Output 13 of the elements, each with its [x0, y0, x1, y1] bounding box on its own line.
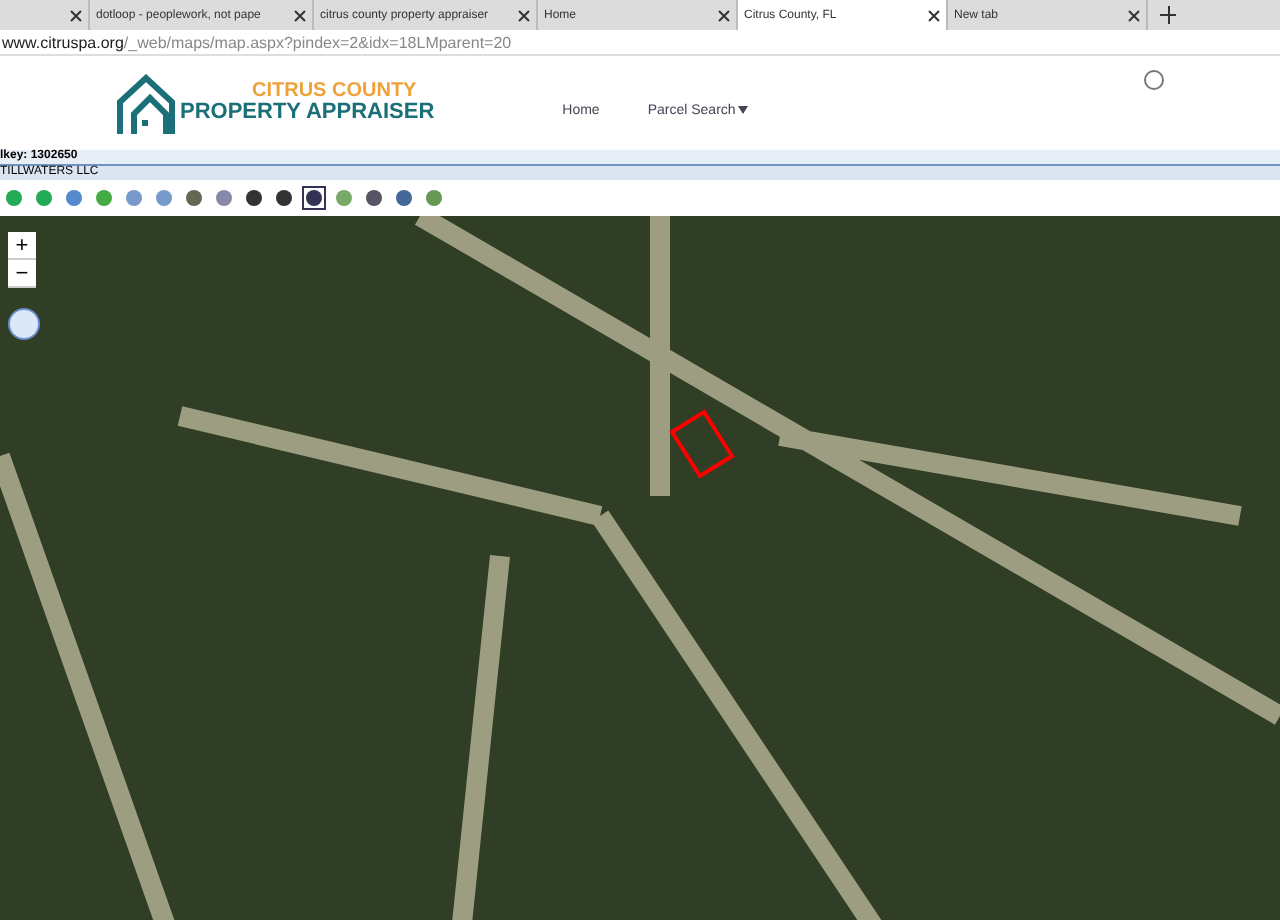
- caret-icon: [737, 106, 748, 114]
- logo-text: CITRUS COUNTY PROPERTY APPRAISER: [180, 82, 435, 124]
- close-icon[interactable]: [518, 9, 530, 21]
- plus-icon: [1160, 6, 1176, 24]
- address-bar[interactable]: www.citruspa.org/_web/maps/map.aspx?pindex=2&idx=18LMparent=20: [0, 30, 1280, 56]
- close-icon[interactable]: [70, 9, 82, 21]
- zoom-in-button[interactable]: +: [8, 232, 36, 260]
- close-icon[interactable]: [1128, 9, 1140, 21]
- close-icon[interactable]: [718, 9, 730, 21]
- house-logo-icon: [116, 73, 176, 133]
- map-imagery[interactable]: + −: [0, 216, 1280, 920]
- close-icon[interactable]: [294, 9, 306, 21]
- close-icon[interactable]: [928, 9, 940, 21]
